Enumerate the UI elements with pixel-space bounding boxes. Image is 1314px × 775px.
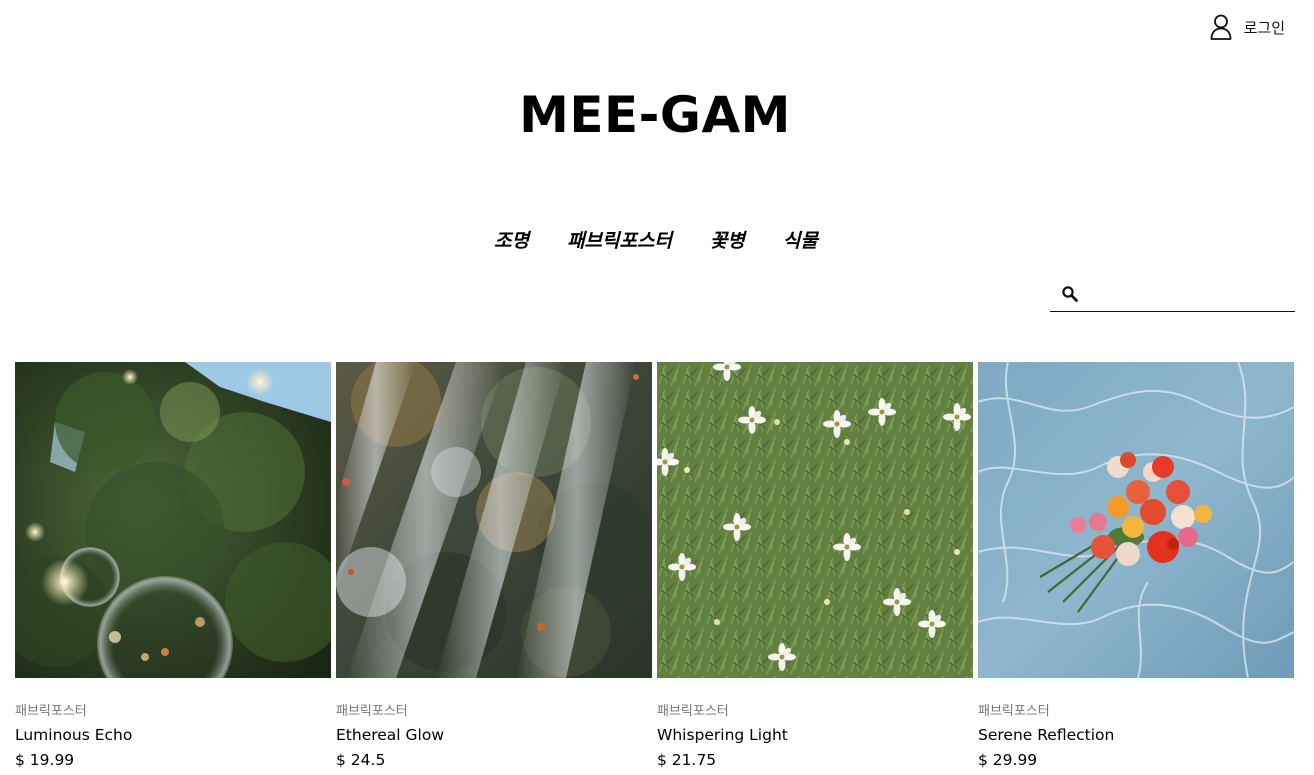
product-image[interactable] — [15, 362, 331, 678]
product-name[interactable]: Whispering Light — [657, 726, 973, 744]
product-name[interactable]: Luminous Echo — [15, 726, 331, 744]
product-image[interactable] — [336, 362, 652, 678]
search-input[interactable] — [1085, 278, 1295, 309]
product-card[interactable]: 패브릭포스터 Whispering Light $ 21.75 — [657, 362, 973, 769]
user-icon — [1210, 14, 1231, 40]
product-category: 패브릭포스터 — [657, 704, 729, 719]
nav-item-lighting[interactable]: 조명 — [494, 226, 529, 253]
login-label: 로그인 — [1243, 18, 1285, 37]
product-name[interactable]: Ethereal Glow — [336, 726, 652, 744]
product-card[interactable]: 패브릭포스터 Serene Reflection $ 29.99 — [978, 362, 1294, 769]
product-image[interactable] — [978, 362, 1294, 678]
product-price: $ 19.99 — [15, 751, 75, 769]
nav-item-plants[interactable]: 식물 — [783, 226, 818, 253]
product-price: $ 24.5 — [336, 751, 386, 769]
product-category: 패브릭포스터 — [336, 704, 408, 719]
product-price: $ 29.99 — [978, 751, 1038, 769]
nav-item-fabric-poster[interactable]: 패브릭포스터 — [567, 226, 672, 253]
search-bar — [1050, 276, 1295, 312]
search-icon[interactable] — [1061, 285, 1079, 303]
product-card[interactable]: 패브릭포스터 Ethereal Glow $ 24.5 — [336, 362, 652, 769]
product-card[interactable]: 패브릭포스터 Luminous Echo $ 19.99 — [15, 362, 331, 769]
product-image[interactable] — [657, 362, 973, 678]
nav-item-vase[interactable]: 꽃병 — [710, 226, 745, 253]
site-logo[interactable]: MEE-GAM — [0, 86, 1310, 144]
product-price: $ 21.75 — [657, 751, 717, 769]
product-grid: 패브릭포스터 Luminous Echo $ 19.99 패브릭포스터 Ethe… — [15, 362, 1294, 769]
login-button[interactable]: 로그인 — [1210, 14, 1285, 40]
product-category: 패브릭포스터 — [15, 704, 87, 719]
product-category: 패브릭포스터 — [978, 704, 1050, 719]
product-name[interactable]: Serene Reflection — [978, 726, 1294, 744]
category-nav: 조명 패브릭포스터 꽃병 식물 — [0, 226, 1312, 253]
